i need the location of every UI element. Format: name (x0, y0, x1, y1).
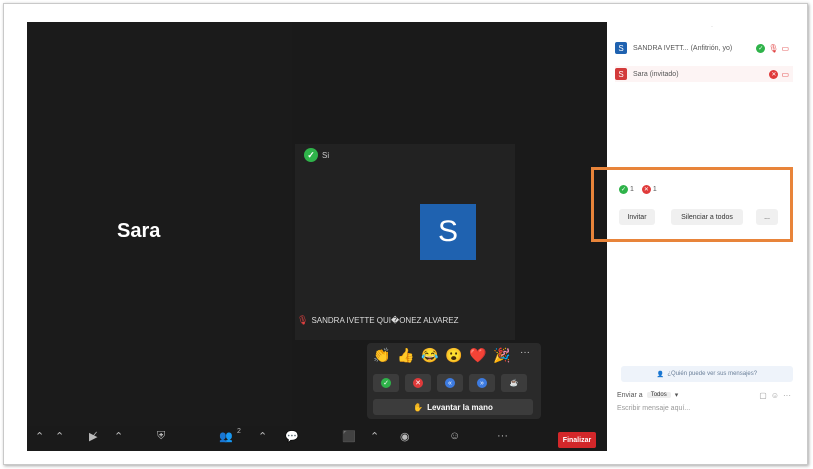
chat-hint-text: ¿Quién puede ver sus mensajes? (667, 371, 758, 377)
raise-hand-button[interactable]: ✋ Levantar la mano (373, 399, 533, 415)
chevron-up-icon[interactable]: ⌃ (370, 430, 379, 443)
video-off-icon[interactable]: ▭ (781, 70, 789, 79)
name-tag-text: SANDRA IVETTE QUI�ONEZ ALVAREZ (311, 316, 459, 325)
surprised-emoji[interactable]: 😮 (445, 347, 462, 364)
record-icon[interactable]: ◉ (400, 430, 410, 443)
participant-status: ✓ 🎙 ▭ (756, 43, 789, 53)
video-tile-sara[interactable]: Sara (27, 22, 292, 451)
meeting-video-area: Sara S ✓ Si 🎙 SANDRA IVETTE QUI�ONEZ ALV… (27, 22, 607, 451)
send-to-select[interactable]: Todos (646, 392, 671, 398)
slower-button[interactable]: « (437, 374, 463, 392)
heart-emoji[interactable]: ❤️ (469, 347, 486, 364)
nonverbal-status-indicator: ✓ Si (304, 148, 329, 162)
participant-name-sara: Sara (117, 220, 161, 242)
chevron-up-icon[interactable]: ⌃ (258, 430, 267, 443)
away-button[interactable]: ☕ (501, 374, 527, 392)
participants-icon[interactable]: 👥 (219, 430, 233, 443)
participant-avatar: S (615, 42, 627, 54)
mic-muted-icon: 🎙 (297, 315, 309, 325)
participant-name: Sara (invitado) (633, 70, 679, 78)
thumbs-up-emoji[interactable]: 👍 (397, 347, 414, 364)
highlight-box (591, 167, 793, 242)
more-icon[interactable]: ··· (783, 391, 791, 400)
participant-avatar-sandra: S (420, 204, 476, 260)
send-to-row: Enviar a Todos ▾ ▢ ☺ ··· (617, 389, 797, 401)
emoji-reactions-row: 👏 👍 😂 😮 ❤️ 🎉 ··· (373, 347, 533, 364)
nonverbal-feedback-row: ✓ ✕ « » ☕ (373, 374, 527, 392)
clap-emoji[interactable]: 👏 (373, 347, 390, 364)
participant-row-sandra[interactable]: S SANDRA IVETT... (Anfitrión, yo) ✓ 🎙 ▭ (615, 40, 793, 56)
mic-muted-icon[interactable]: 🎙 (768, 44, 778, 53)
fast-forward-icon: » (477, 378, 487, 388)
end-meeting-button[interactable]: Finalizar (558, 432, 596, 448)
participant-status: ✕ ▭ (769, 69, 789, 79)
status-text: Si (322, 150, 330, 160)
share-screen-icon[interactable]: ⬛ (342, 430, 356, 443)
more-icon[interactable]: ··· (497, 430, 508, 442)
chevron-down-icon[interactable]: ▾ (675, 391, 679, 399)
panel-header-dot: · (711, 24, 713, 30)
no-button[interactable]: ✕ (405, 374, 431, 392)
yes-button[interactable]: ✓ (373, 374, 399, 392)
check-icon: ✓ (381, 378, 391, 388)
people-icon: 👤 (656, 371, 665, 378)
x-icon: ✕ (769, 69, 779, 79)
hand-icon: ✋ (413, 402, 424, 412)
party-emoji[interactable]: 🎉 (493, 347, 510, 364)
participant-name: SANDRA IVETT... (Anfitrión, yo) (633, 44, 733, 52)
meeting-toolbar: ⌃ ⌃ ▶̸ ⌃ ⛨ 👥 2 ⌃ 💬 ⬛ ⌃ ◉ ☺ ··· Finalizar (27, 426, 607, 451)
more-reactions-icon[interactable]: ··· (517, 347, 533, 364)
faster-button[interactable]: » (469, 374, 495, 392)
chat-visibility-hint[interactable]: 👤 ¿Quién puede ver sus mensajes? (621, 366, 793, 382)
security-shield-icon[interactable]: ⛨ (157, 430, 165, 443)
reactions-panel: 👏 👍 😂 😮 ❤️ 🎉 ··· ✓ ✕ « » ☕ ✋ Levantar la… (367, 343, 541, 419)
x-icon: ✕ (413, 378, 423, 388)
chevron-up-icon[interactable]: ⌃ (55, 430, 64, 443)
participant-avatar: S (615, 68, 627, 80)
send-to-label: Enviar a (617, 391, 643, 399)
participant-count: 2 (237, 428, 241, 435)
chat-tools: ▢ ☺ ··· (759, 391, 791, 400)
chat-icon[interactable]: 💬 (285, 430, 299, 443)
chevron-up-icon[interactable]: ⌃ (35, 430, 44, 443)
chevron-up-icon[interactable]: ⌃ (114, 430, 123, 443)
laugh-emoji[interactable]: 😂 (421, 347, 438, 364)
reactions-icon[interactable]: ☺ (449, 430, 460, 442)
file-icon[interactable]: ▢ (759, 391, 767, 400)
video-tile-sandra[interactable] (295, 144, 515, 340)
video-off-icon[interactable]: ▭ (781, 44, 789, 53)
participant-row-sara[interactable]: S Sara (invitado) ✕ ▭ (615, 66, 793, 82)
rewind-icon: « (445, 378, 455, 388)
name-tag-sandra: 🎙 SANDRA IVETTE QUI�ONEZ ALVAREZ (297, 315, 458, 326)
coffee-icon: ☕ (509, 380, 519, 387)
check-icon: ✓ (304, 148, 318, 162)
video-off-icon[interactable]: ▶̸ (89, 430, 97, 443)
raise-hand-label: Levantar la mano (427, 402, 493, 412)
emoji-icon[interactable]: ☺ (771, 391, 779, 400)
chat-message-input[interactable]: Escribir mensaje aquí... (617, 405, 690, 412)
check-icon: ✓ (756, 43, 766, 53)
